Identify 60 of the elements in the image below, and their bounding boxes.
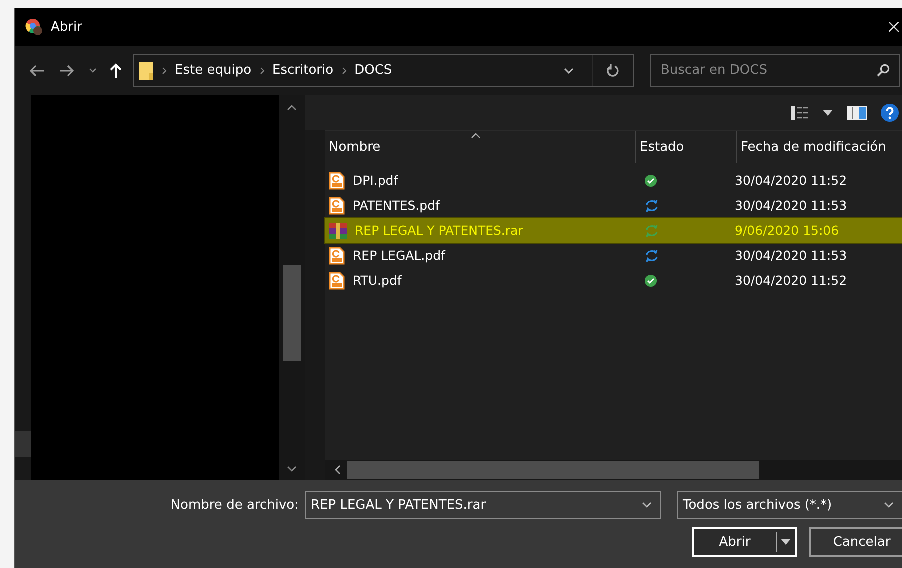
modified-date: 9/06/2020 15:06 <box>735 223 840 238</box>
file-row[interactable]: RTU.pdf 30/04/2020 11:52 <box>325 268 902 293</box>
pdf-file-icon <box>329 272 345 290</box>
file-name: REP LEGAL.pdf <box>353 248 446 263</box>
file-name: REP LEGAL Y PATENTES.rar <box>355 223 524 238</box>
chevron-icon <box>162 66 167 74</box>
recent-caret-icon[interactable] <box>89 68 97 74</box>
view-options-icon[interactable] <box>791 106 809 120</box>
file-name: DPI.pdf <box>353 173 398 188</box>
scroll-down-icon[interactable] <box>287 466 297 472</box>
caret-icon[interactable] <box>781 539 791 545</box>
modified-date: 30/04/2020 11:52 <box>735 273 848 288</box>
scroll-left-icon[interactable] <box>335 465 341 475</box>
search-icon <box>877 64 890 77</box>
scrollbar-thumb[interactable] <box>347 461 759 479</box>
chevron-icon <box>260 66 265 74</box>
up-icon[interactable] <box>109 62 123 78</box>
caret-icon[interactable] <box>823 110 833 116</box>
close-icon[interactable] <box>889 22 899 32</box>
search-field[interactable]: Buscar en DOCS <box>650 54 900 87</box>
filename-field[interactable]: REP LEGAL Y PATENTES.rar <box>305 491 661 519</box>
archive-file-icon <box>329 222 347 240</box>
caret-icon[interactable] <box>884 502 894 508</box>
modified-date: 30/04/2020 11:53 <box>735 248 848 263</box>
caret-icon[interactable] <box>564 68 574 74</box>
file-row[interactable]: DPI.pdf 30/04/2020 11:52 <box>325 168 902 193</box>
file-row[interactable]: REP LEGAL.pdf 30/04/2020 11:53 <box>325 243 902 268</box>
back-icon[interactable] <box>29 64 45 78</box>
open-button[interactable]: Abrir <box>692 527 797 557</box>
pdf-file-icon <box>329 196 345 214</box>
field-label: Nombre de archivo: <box>170 498 299 512</box>
file-row[interactable]: PATENTES.pdf 30/04/2020 11:53 <box>325 193 902 218</box>
scrollbar-thumb[interactable] <box>15 431 31 457</box>
file-row[interactable]: REP LEGAL Y PATENTES.rar 9/06/2020 15:06 <box>325 218 902 243</box>
breadcrumb-item[interactable]: Este equipo <box>175 63 252 78</box>
breadcrumb-item[interactable]: DOCS <box>354 63 392 78</box>
pdf-file-icon <box>329 172 345 190</box>
breadcrumb-item[interactable]: Escritorio <box>272 63 334 78</box>
modified-date: 30/04/2020 11:53 <box>735 198 848 213</box>
file-name: PATENTES.pdf <box>353 198 440 213</box>
forward-icon[interactable] <box>59 64 75 78</box>
file-name: RTU.pdf <box>353 273 402 288</box>
folder-icon <box>138 60 154 80</box>
app-icon <box>25 18 43 36</box>
scroll-up-icon[interactable] <box>287 105 297 111</box>
scrollbar-thumb[interactable] <box>283 265 301 361</box>
refresh-icon[interactable] <box>606 64 620 78</box>
caret-icon[interactable] <box>642 502 652 508</box>
window-title: Abrir <box>51 20 82 34</box>
chevron-icon <box>342 66 347 74</box>
column-header[interactable]: Fecha de modificación <box>737 131 902 163</box>
modified-date: 30/04/2020 11:52 <box>735 173 848 188</box>
cancel-button[interactable]: Cancelar <box>809 527 902 557</box>
column-header[interactable]: Estado <box>636 131 737 163</box>
pdf-file-icon <box>329 246 345 264</box>
file-type-dropdown[interactable]: Todos los archivos (*.*) <box>677 491 902 519</box>
preview-pane-icon[interactable] <box>847 106 867 120</box>
column-header[interactable]: Nombre <box>325 131 636 163</box>
sort-icon <box>471 133 481 139</box>
help-icon[interactable] <box>881 104 899 122</box>
